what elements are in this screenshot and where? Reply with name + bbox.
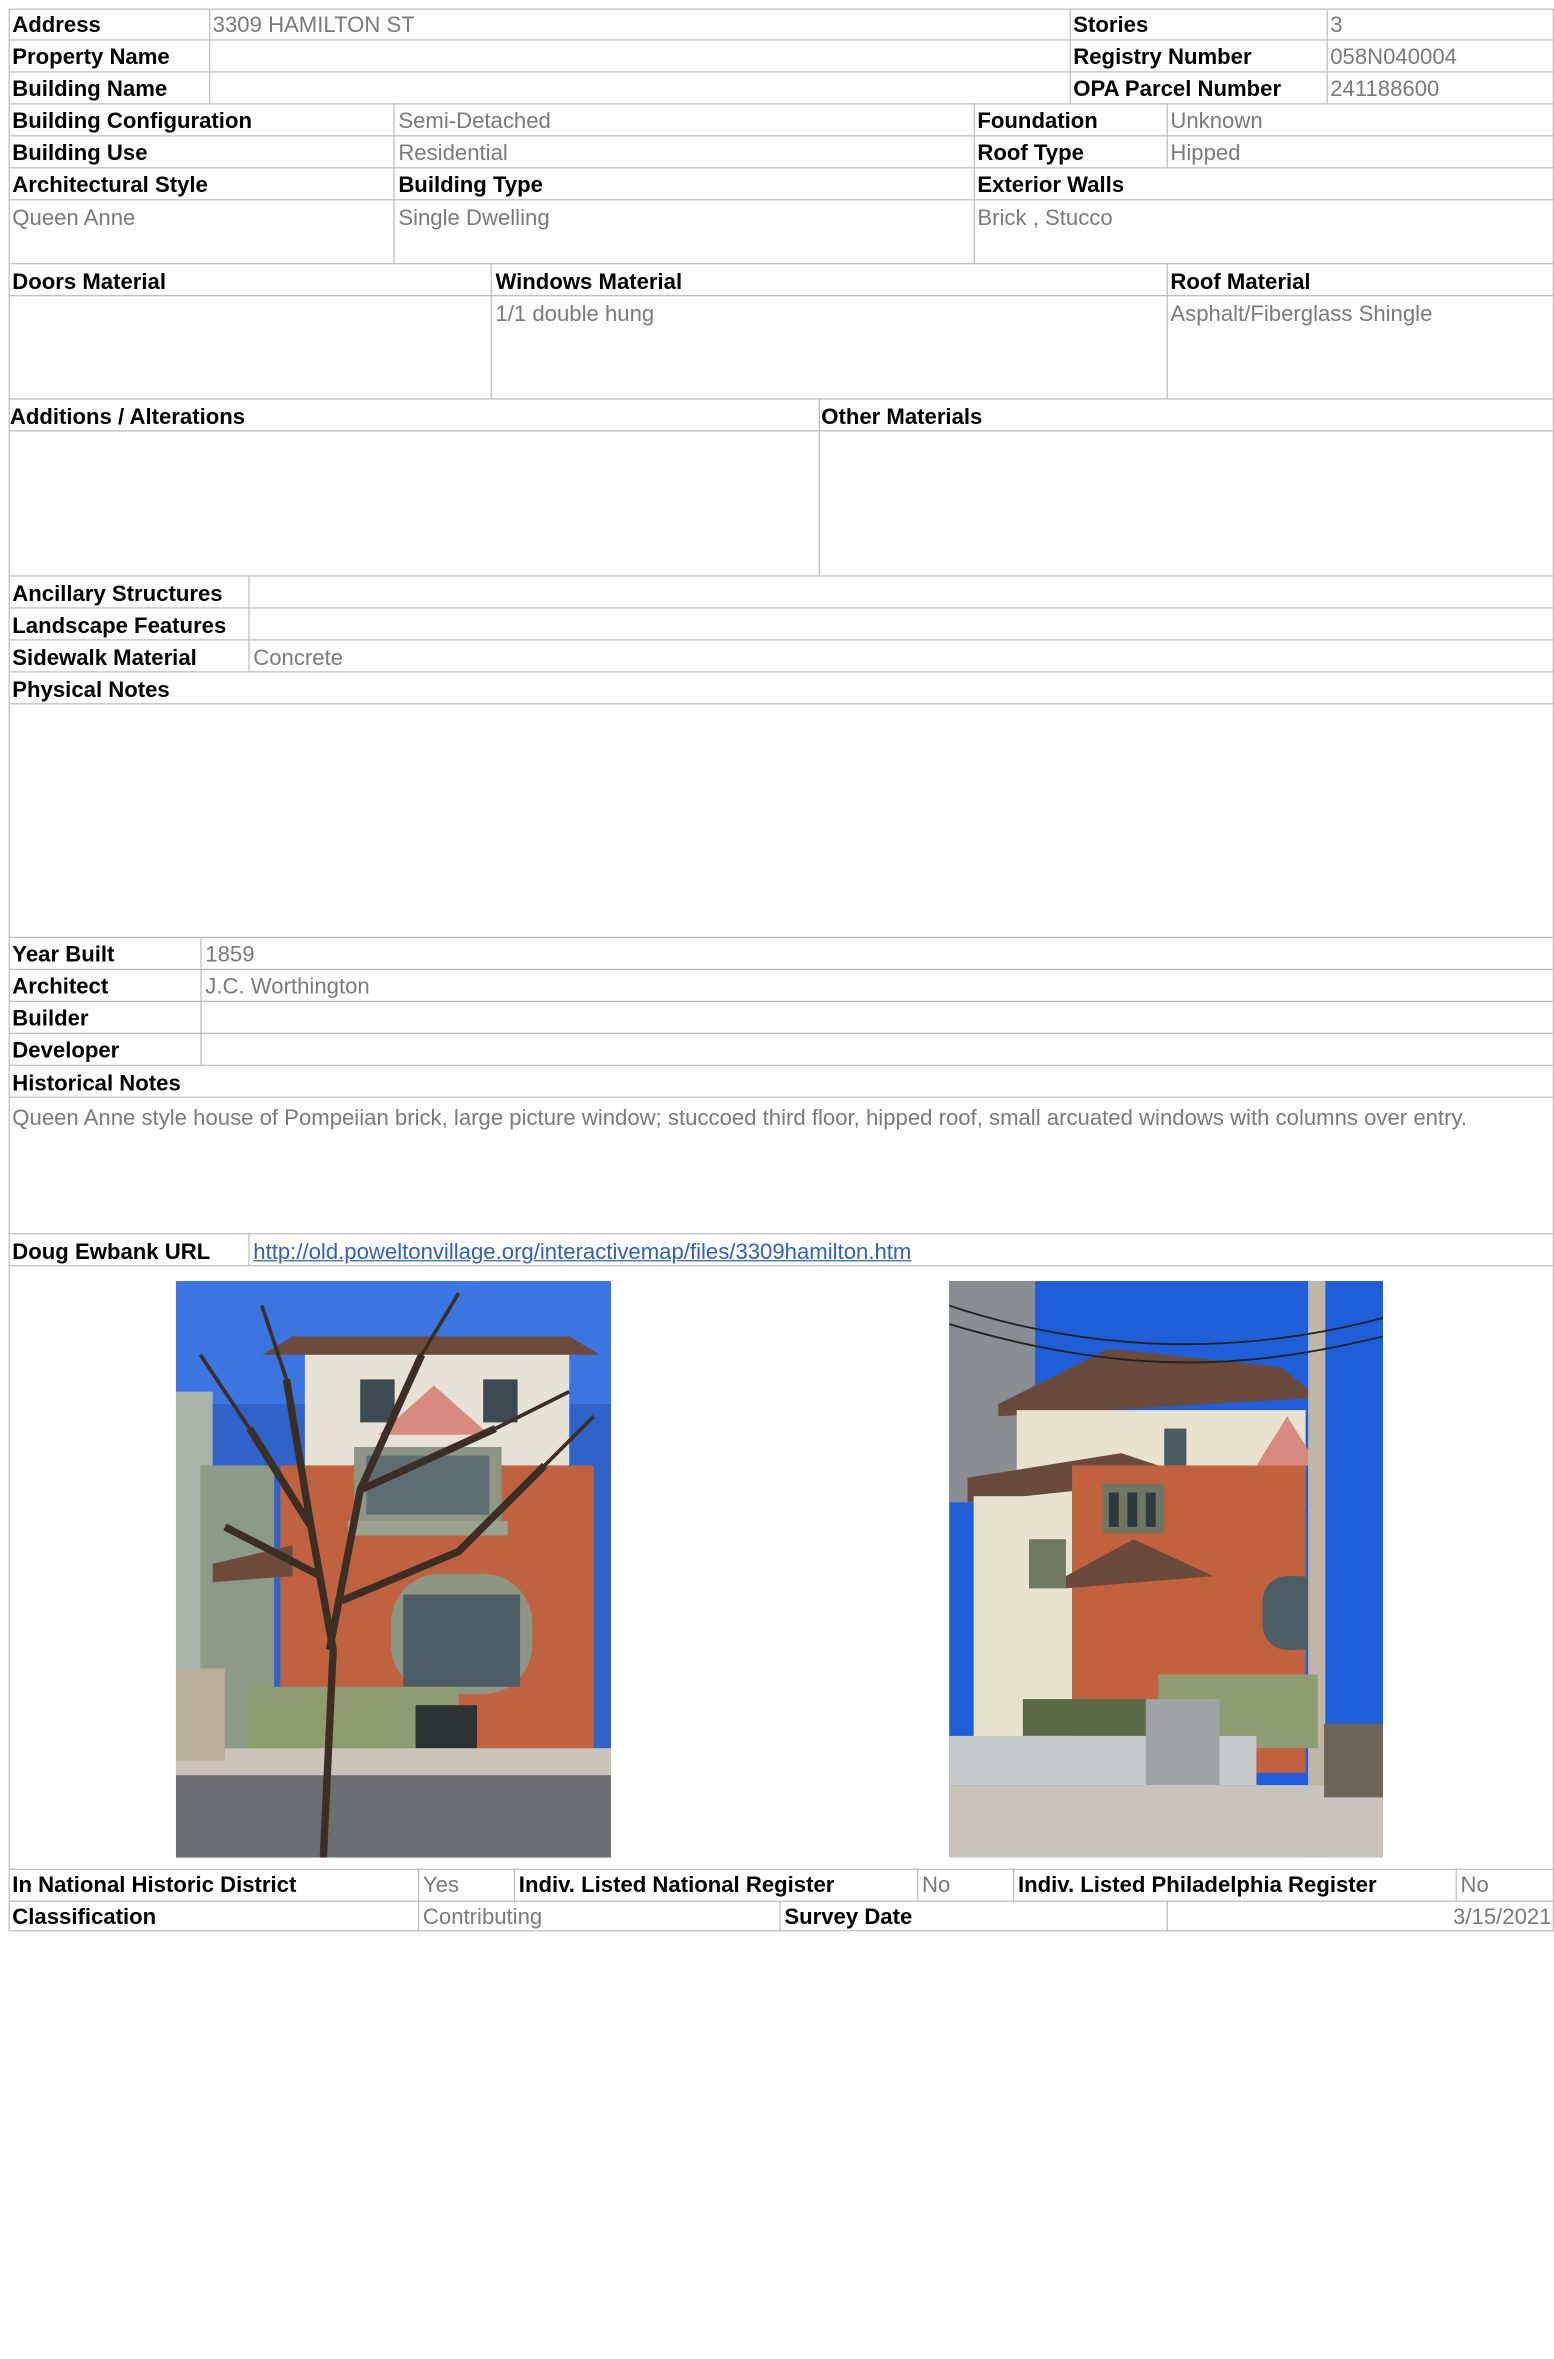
registry-number-label: Registry Number	[1073, 44, 1252, 69]
roof-type-value: Hipped	[1170, 140, 1241, 165]
historical-notes-label: Historical Notes	[12, 1070, 181, 1096]
stories-value: 3	[1330, 12, 1343, 37]
national-register-value: No	[922, 1872, 951, 1897]
building-type-value: Single Dwelling	[398, 205, 550, 230]
roof-material-label: Roof Material	[1170, 269, 1311, 294]
opa-parcel-value: 241188600	[1330, 76, 1440, 101]
doors-material-label: Doors Material	[12, 269, 167, 294]
building-use-value: Residential	[398, 140, 508, 165]
architect-label: Architect	[12, 973, 109, 999]
survey-date-value: 3/15/2021	[1453, 1904, 1552, 1929]
property-name-label: Property Name	[12, 44, 170, 69]
historical-notes-value: Queen Anne style house of Pompeiian bric…	[12, 1105, 1468, 1130]
exterior-walls-value: Brick , Stucco	[977, 205, 1113, 230]
house-front-photo	[175, 1281, 612, 1858]
roof-material-value: Asphalt/Fiberglass Shingle	[1170, 301, 1433, 326]
roof-type-label: Roof Type	[977, 140, 1084, 165]
survey-date-label: Survey Date	[784, 1904, 913, 1929]
architectural-style-value: Queen Anne	[12, 205, 136, 230]
foundation-value: Unknown	[1170, 108, 1263, 133]
building-name-label: Building Name	[12, 76, 168, 101]
exterior-walls-label: Exterior Walls	[977, 172, 1125, 197]
developer-label: Developer	[12, 1037, 120, 1063]
national-register-label: Indiv. Listed National Register	[518, 1872, 835, 1897]
registry-number-value: 058N040004	[1330, 44, 1457, 69]
foundation-label: Foundation	[977, 108, 1098, 133]
ancillary-structures-label: Ancillary Structures	[12, 581, 223, 607]
building-type-label: Building Type	[398, 172, 543, 197]
windows-material-value: 1/1 double hung	[495, 301, 655, 326]
doug-ewbank-url-label: Doug Ewbank URL	[12, 1239, 211, 1264]
national-district-value: Yes	[422, 1872, 460, 1897]
landscape-features-label: Landscape Features	[12, 613, 227, 639]
philadelphia-register-value: No	[1460, 1872, 1489, 1897]
sidewalk-material-label: Sidewalk Material	[12, 645, 197, 671]
windows-material-label: Windows Material	[495, 269, 683, 294]
national-district-label: In National Historic District	[12, 1872, 297, 1897]
building-configuration-value: Semi-Detached	[398, 108, 551, 133]
other-materials-label: Other Materials	[821, 404, 983, 430]
building-configuration-label: Building Configuration	[12, 108, 252, 133]
building-use-label: Building Use	[12, 140, 148, 165]
stories-label: Stories	[1073, 12, 1149, 37]
physical-notes-label: Physical Notes	[12, 677, 170, 702]
sidewalk-material-value: Concrete	[253, 645, 344, 671]
doug-ewbank-url-link[interactable]: http://old.poweltonvillage.org/interacti…	[253, 1238, 911, 1265]
builder-label: Builder	[12, 1005, 89, 1031]
address-label: Address	[12, 12, 101, 37]
address-value: 3309 HAMILTON ST	[212, 12, 415, 37]
philadelphia-register-label: Indiv. Listed Philadelphia Register	[1017, 1872, 1377, 1897]
architect-value: J.C. Worthington	[205, 973, 370, 999]
year-built-label: Year Built	[12, 941, 115, 967]
classification-value: Contributing	[422, 1904, 543, 1929]
additions-alterations-label: Additions / Alterations	[9, 404, 246, 430]
house-angle-photo	[949, 1281, 1384, 1858]
year-built-value: 1859	[205, 941, 255, 967]
opa-parcel-label: OPA Parcel Number	[1073, 76, 1282, 101]
architectural-style-label: Architectural Style	[12, 172, 208, 197]
classification-label: Classification	[12, 1904, 157, 1929]
